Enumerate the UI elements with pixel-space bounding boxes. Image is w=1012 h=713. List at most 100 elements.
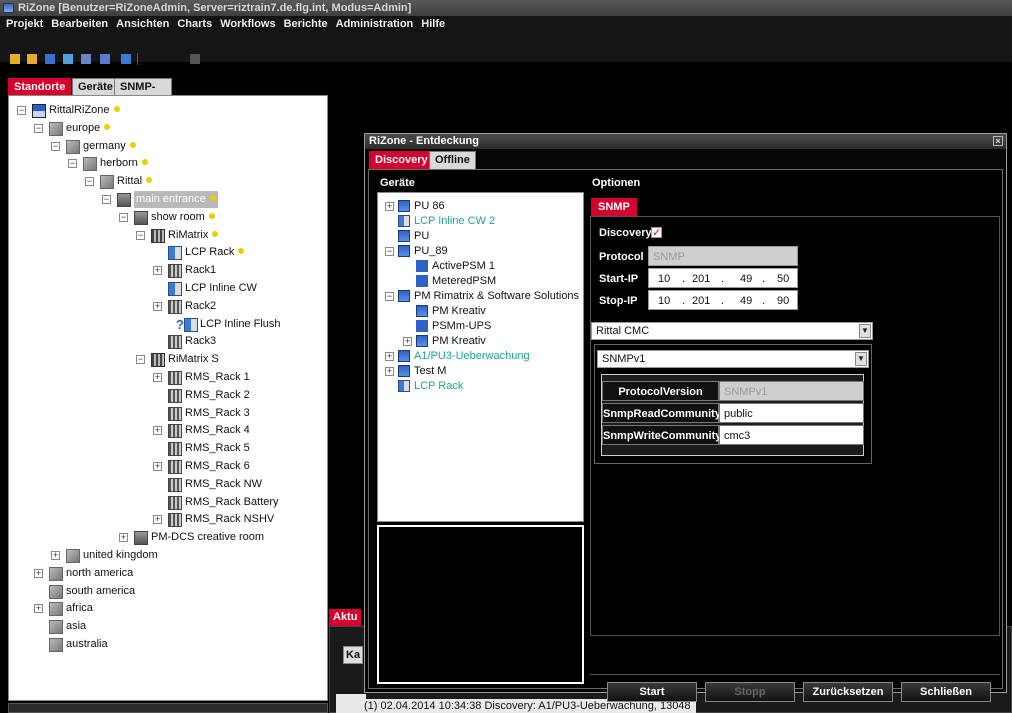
- tree-item-label: asia: [66, 620, 87, 633]
- collapse-icon[interactable]: −: [34, 123, 43, 133]
- ip-octet: 201: [692, 273, 711, 285]
- psm-icon: [416, 320, 428, 332]
- device-tree-label: PU 86: [414, 200, 445, 212]
- location-tree: − RittalRiZone − europe − germany − herborn − Rit…: [8, 95, 328, 701]
- collapse-icon[interactable]: −: [85, 177, 94, 187]
- expand-icon[interactable]: +: [119, 533, 128, 543]
- tab-standorte[interactable]: Standorte: [8, 78, 72, 95]
- tree-item-label: africa: [66, 602, 93, 615]
- expand-icon[interactable]: +: [34, 604, 43, 614]
- refresh-icon[interactable]: [100, 54, 110, 64]
- tree-item-label: LCP Inline Flush: [200, 317, 281, 330]
- device-tree-label: ActivePSM 1: [432, 260, 495, 272]
- read-community-input[interactable]: public: [719, 403, 864, 423]
- start-ip-field[interactable]: 10 . 201 . 49 . 50: [648, 268, 798, 288]
- export-icon[interactable]: [63, 54, 73, 64]
- menu-charts[interactable]: Charts: [173, 16, 216, 32]
- collapse-icon[interactable]: −: [119, 212, 128, 222]
- tree-item-label: RMS_Rack 1: [185, 371, 250, 383]
- tab-snmp-vorlagen[interactable]: SNMP-Vorlagen: [114, 78, 173, 109]
- stop-button[interactable]: Stopp: [705, 682, 795, 702]
- device-type-select[interactable]: Rittal CMC ▼: [591, 322, 873, 340]
- protocol-label: Protocol: [599, 251, 644, 263]
- collapse-icon[interactable]: −: [385, 292, 394, 301]
- reset-button[interactable]: Zurücksetzen: [803, 682, 893, 702]
- write-community-input[interactable]: cmc3: [719, 425, 864, 445]
- tree-item-label: main entrance: [134, 191, 218, 208]
- new-icon[interactable]: [10, 54, 20, 64]
- collapse-icon[interactable]: −: [385, 247, 394, 256]
- menu-ansichten[interactable]: Ansichten: [112, 16, 173, 32]
- expand-icon[interactable]: +: [153, 462, 162, 471]
- network-icon: [416, 335, 428, 347]
- collapse-icon[interactable]: −: [17, 106, 26, 115]
- tree-item-label: Rack1: [185, 264, 217, 277]
- chevron-down-icon[interactable]: ▼: [859, 324, 871, 338]
- menu-administration[interactable]: Administration: [332, 16, 418, 32]
- expand-icon[interactable]: +: [385, 202, 394, 211]
- tree-item-label: RiMatrix S: [168, 353, 219, 366]
- tree-item-label: PM-DCS creative room: [151, 531, 265, 544]
- stop-ip-field[interactable]: 10 . 201 . 49 . 90: [648, 290, 798, 310]
- tab-discovery[interactable]: Discovery: [369, 151, 434, 169]
- menu-projekt[interactable]: Projekt: [0, 16, 47, 32]
- expand-icon[interactable]: +: [153, 515, 162, 525]
- snmp-version-select[interactable]: SNMPv1 ▼: [597, 350, 869, 368]
- tab-aktuell[interactable]: Aktu: [329, 609, 362, 626]
- room-icon: [117, 193, 131, 207]
- tab-snmp[interactable]: SNMP: [591, 198, 637, 216]
- device-tree-label: LCP Inline CW 2: [414, 215, 496, 227]
- tree-item-label: show room: [151, 209, 215, 226]
- region-icon: [49, 566, 63, 581]
- tree-item-label: germany: [83, 138, 136, 155]
- tab-geraete[interactable]: Geräte: [72, 78, 119, 95]
- room-icon: [134, 531, 148, 546]
- expand-icon[interactable]: +: [385, 352, 394, 361]
- menu-berichte[interactable]: Berichte: [280, 16, 332, 32]
- collapse-icon[interactable]: −: [51, 141, 60, 151]
- root-icon: [32, 104, 46, 118]
- column-header[interactable]: Ka: [343, 646, 363, 664]
- menu-workflows[interactable]: Workflows: [216, 16, 279, 32]
- region-icon: [66, 139, 80, 154]
- chevron-down-icon[interactable]: ▼: [855, 352, 867, 366]
- region-icon: [83, 157, 97, 172]
- device-detail-panel: [377, 525, 584, 684]
- tree-item-label: Rack3: [185, 335, 217, 348]
- collapse-icon[interactable]: −: [136, 230, 145, 240]
- save-icon[interactable]: [45, 54, 55, 64]
- network-icon[interactable]: [121, 54, 131, 64]
- device-tree-label: PM Kreativ: [432, 335, 486, 347]
- expand-icon[interactable]: +: [153, 373, 162, 382]
- expand-icon[interactable]: +: [34, 568, 43, 578]
- open-icon[interactable]: [27, 54, 37, 64]
- close-button[interactable]: Schließen: [901, 682, 991, 702]
- collapse-icon[interactable]: −: [68, 159, 77, 169]
- ip-octet: 49: [740, 273, 753, 285]
- menu-bearbeiten[interactable]: Bearbeiten: [47, 16, 112, 32]
- expand-icon[interactable]: +: [403, 337, 412, 346]
- tree-item-label: RiMatrix: [168, 227, 219, 244]
- discovery-checkbox[interactable]: ✓: [651, 227, 662, 239]
- expand-icon[interactable]: +: [51, 551, 60, 560]
- network-icon: [398, 200, 410, 212]
- collapse-icon[interactable]: −: [102, 195, 111, 204]
- ip-octet: 10: [658, 295, 671, 307]
- expand-icon[interactable]: +: [153, 301, 162, 311]
- start-button[interactable]: Start: [607, 682, 697, 702]
- start-ip-label: Start-IP: [599, 273, 639, 285]
- expand-icon[interactable]: +: [385, 367, 394, 376]
- network-icon: [398, 350, 410, 362]
- import-icon[interactable]: [81, 54, 91, 64]
- network-icon: [398, 245, 410, 257]
- menu-hilfe[interactable]: Hilfe: [417, 16, 449, 32]
- region-icon: [66, 549, 80, 563]
- expand-icon[interactable]: +: [153, 266, 162, 276]
- rack-icon: [168, 424, 182, 439]
- tab-offline[interactable]: Offline: [429, 151, 476, 169]
- collapse-icon[interactable]: −: [136, 355, 145, 365]
- left-panel-footer: [8, 703, 328, 713]
- rimatrix-icon: [151, 228, 165, 243]
- expand-icon[interactable]: +: [153, 426, 162, 436]
- close-icon[interactable]: ×: [993, 136, 1003, 146]
